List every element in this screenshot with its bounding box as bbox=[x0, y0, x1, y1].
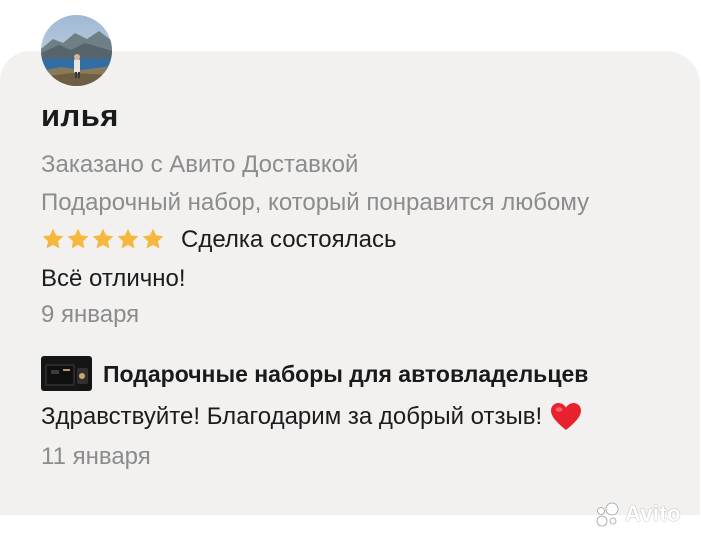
star-icon bbox=[42, 228, 64, 249]
item-title[interactable]: Подарочный набор, который понравится люб… bbox=[41, 189, 589, 217]
seller-reply: Здравствуйте! Благодарим за добрый отзыв… bbox=[41, 402, 582, 432]
seller-avatar[interactable] bbox=[41, 356, 92, 391]
avatar-photo bbox=[41, 15, 112, 86]
avito-watermark: Avito bbox=[593, 500, 681, 528]
star-icon bbox=[117, 228, 139, 249]
seller-name[interactable]: Подарочные наборы для автовладельцев bbox=[103, 361, 588, 388]
avito-watermark-text: Avito bbox=[625, 501, 681, 526]
rating-stars bbox=[41, 227, 165, 251]
avito-logo-icon bbox=[596, 502, 619, 527]
reply-date: 11 января bbox=[41, 443, 151, 470]
seller-photo bbox=[41, 356, 92, 391]
deal-status: Сделка состоялась bbox=[181, 226, 397, 253]
review-text: Всё отлично! bbox=[41, 265, 186, 292]
star-icon bbox=[67, 228, 89, 249]
author-avatar[interactable] bbox=[41, 15, 112, 86]
delivery-note: Заказано с Авито Доставкой bbox=[41, 151, 359, 178]
star-icon bbox=[142, 228, 164, 249]
star-icon bbox=[92, 228, 114, 249]
author-name[interactable]: илья bbox=[41, 98, 119, 134]
review-date: 9 января bbox=[41, 301, 140, 328]
reply-text: Здравствуйте! Благодарим за добрый отзыв… bbox=[41, 403, 543, 430]
heart-emoji-icon bbox=[551, 403, 582, 430]
